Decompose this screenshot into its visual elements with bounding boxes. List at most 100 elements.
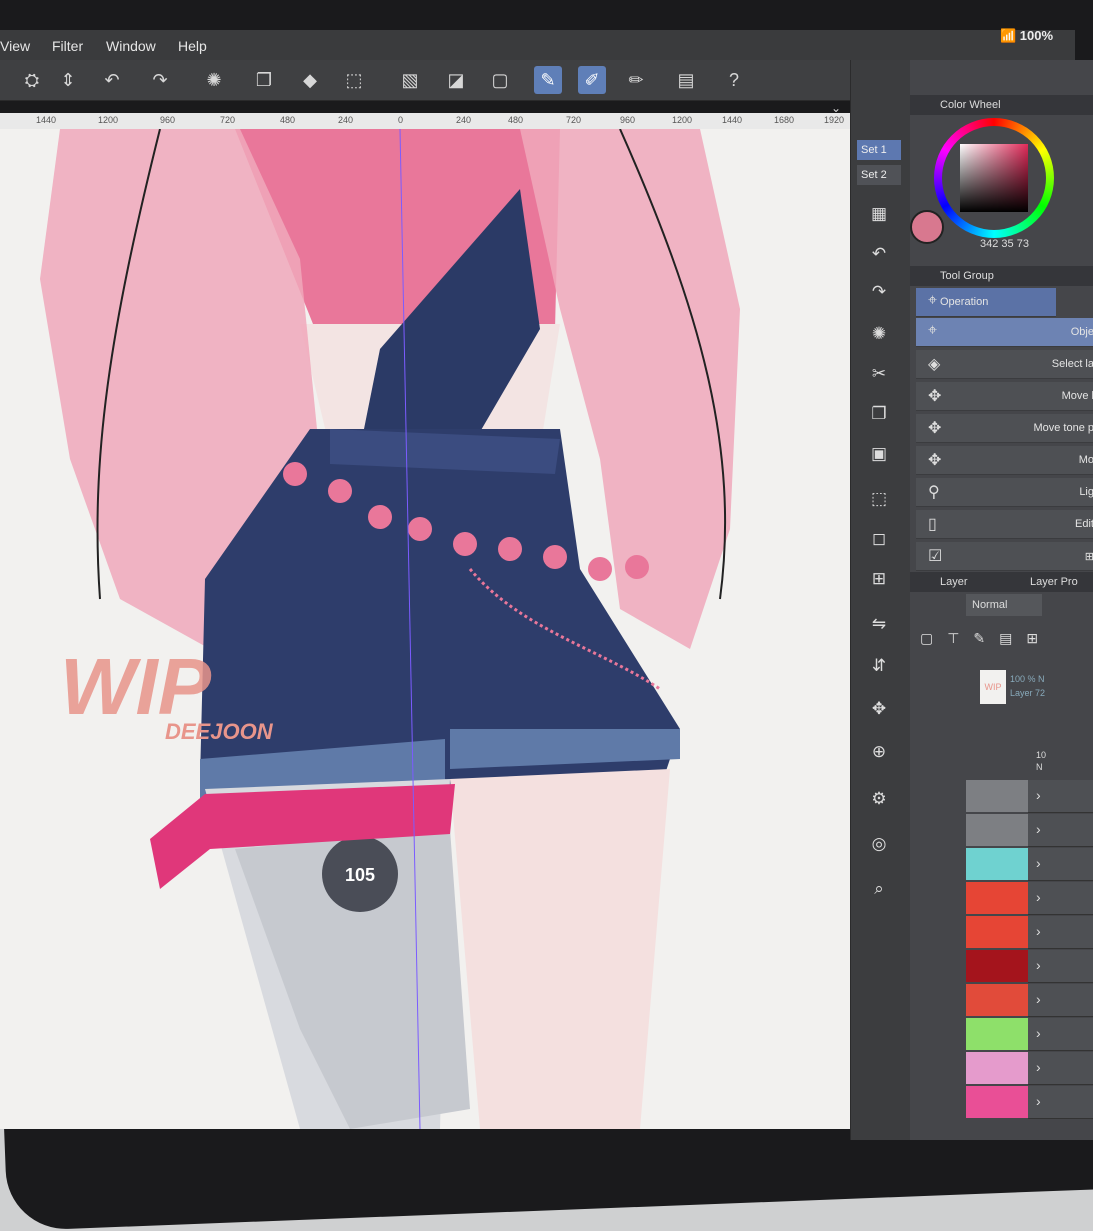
flip-vertical-icon[interactable]: ⇵: [865, 652, 893, 680]
pen-icon[interactable]: ✎: [534, 66, 562, 94]
edit-tool[interactable]: ▯ Edit: [916, 510, 1093, 539]
saturation-square[interactable]: [960, 144, 1028, 212]
layer-property-tab[interactable]: Layer Pro: [1030, 572, 1078, 592]
layer-row[interactable]: ›: [1028, 780, 1093, 813]
main-color-swatch[interactable]: [910, 210, 944, 244]
brush-icon[interactable]: ✐: [578, 66, 606, 94]
chevron-right-icon[interactable]: ›: [1036, 787, 1041, 803]
tone-icon[interactable]: ◪: [442, 66, 470, 94]
menu-bar: View Filter Window Help: [0, 30, 1075, 60]
chevron-right-icon[interactable]: ›: [1036, 1025, 1041, 1041]
ruler-tick: 1440: [722, 115, 743, 125]
copy-icon[interactable]: ❐: [250, 66, 278, 94]
undo-side-icon[interactable]: ↶: [865, 240, 893, 268]
square-icon[interactable]: ▢: [486, 66, 514, 94]
spinner-icon[interactable]: ✺: [865, 320, 893, 348]
move-tool[interactable]: ✥ Mo: [916, 446, 1093, 475]
badge-text: 105: [345, 865, 375, 885]
operation-tab[interactable]: ⌖ Operation: [916, 288, 1056, 317]
operation-icon: ⌖: [928, 292, 938, 309]
layer-row[interactable]: ›: [1028, 1052, 1093, 1085]
edit-label: Edit: [1075, 518, 1093, 530]
flip-horizontal-icon[interactable]: ⇋: [865, 610, 893, 638]
drawing-canvas[interactable]: 105 WIP DEEJOON: [0, 129, 850, 1129]
fill-icon[interactable]: ◆: [296, 66, 324, 94]
transform-icon[interactable]: ⬚: [340, 66, 368, 94]
chevron-right-icon[interactable]: ›: [1036, 821, 1041, 837]
move-tool-icon: ✥: [928, 388, 942, 405]
layer-row[interactable]: ›: [1028, 950, 1093, 983]
crop-icon[interactable]: ⬚: [865, 485, 893, 513]
layer-color-strip[interactable]: [966, 1086, 1028, 1118]
set-2-tab[interactable]: Set 2: [857, 165, 901, 185]
set-1-tab[interactable]: Set 1: [857, 140, 901, 160]
search-icon[interactable]: ⌕: [865, 875, 893, 903]
redo-icon[interactable]: ↷: [146, 66, 174, 94]
blend-mode-select[interactable]: Normal: [966, 594, 1042, 616]
move-icon[interactable]: ✥: [865, 695, 893, 723]
chevron-right-icon[interactable]: ›: [1036, 923, 1041, 939]
color-wheel[interactable]: [934, 118, 1054, 238]
layer-title[interactable]: Layer: [940, 572, 968, 592]
chat-icon[interactable]: ▦: [865, 200, 893, 228]
menu-view[interactable]: View: [0, 38, 30, 54]
layer-row[interactable]: ›: [1028, 916, 1093, 949]
layer-color-strip[interactable]: [966, 916, 1028, 948]
layer-color-strip[interactable]: [966, 882, 1028, 914]
layer-color-strip[interactable]: [966, 780, 1028, 812]
layer-row[interactable]: ›: [1028, 882, 1093, 915]
layer-color-strip[interactable]: [966, 848, 1028, 880]
grid-off-icon[interactable]: ▧: [396, 66, 424, 94]
redo-side-icon[interactable]: ↷: [865, 278, 893, 306]
chevron-right-icon[interactable]: ›: [1036, 957, 1041, 973]
zoom-icon[interactable]: ⊕: [865, 738, 893, 766]
stepper-icon[interactable]: ⇕: [54, 66, 82, 94]
record-icon[interactable]: ◎: [865, 830, 893, 858]
cut-icon[interactable]: ✂: [865, 360, 893, 388]
layer-row[interactable]: ›: [1028, 814, 1093, 847]
grid-icon[interactable]: ⊞: [865, 565, 893, 593]
select-layer-tool[interactable]: ◈ Select la: [916, 350, 1093, 379]
layer-color-strip[interactable]: [966, 984, 1028, 1016]
undo-icon[interactable]: ↶: [98, 66, 126, 94]
menu-filter[interactable]: Filter: [52, 38, 83, 54]
material-icon[interactable]: ▤: [672, 66, 700, 94]
layer-header: Layer Layer Pro: [910, 572, 1093, 592]
layer-color-strip[interactable]: [966, 1052, 1028, 1084]
chevron-right-icon[interactable]: ›: [1036, 889, 1041, 905]
tool-options-row[interactable]: ☑ ⊞: [916, 542, 1093, 571]
light-table-icon: ⚲: [928, 484, 940, 501]
move-layer-tool[interactable]: ✥ Move l: [916, 382, 1093, 411]
loading-icon[interactable]: ✺: [200, 66, 228, 94]
menu-help[interactable]: Help: [178, 38, 207, 54]
layer-color-strip[interactable]: [966, 814, 1028, 846]
ruler-tick: 1440: [36, 115, 57, 125]
horizontal-ruler: 1440 1200 960 720 480 240 0 240 480 720 …: [0, 113, 850, 130]
move-tone-tool[interactable]: ✥ Move tone p: [916, 414, 1093, 443]
layer-tool-icons[interactable]: ▢⊤✎▤⊞: [920, 630, 1052, 647]
settings-icon[interactable]: ⚙: [865, 785, 893, 813]
chevron-right-icon[interactable]: ›: [1036, 1059, 1041, 1075]
add-tool-icon[interactable]: ⊞: [1085, 550, 1093, 563]
layer-row[interactable]: ›: [1028, 1086, 1093, 1119]
help-icon[interactable]: ?: [720, 66, 748, 94]
menu-window[interactable]: Window: [106, 38, 156, 54]
layer-property-icon[interactable]: ⛭: [18, 66, 46, 94]
layer-color-strip[interactable]: [966, 1018, 1028, 1050]
paste-icon[interactable]: ▣: [865, 440, 893, 468]
light-table-tool[interactable]: ⚲ Lig: [916, 478, 1093, 507]
chevron-right-icon[interactable]: ›: [1036, 1093, 1041, 1109]
layer-opacity: 100 % N: [1010, 674, 1045, 684]
pencil-icon[interactable]: ✏: [622, 66, 650, 94]
layer-row[interactable]: ›: [1028, 848, 1093, 881]
copy-side-icon[interactable]: ❐: [865, 400, 893, 428]
chevron-right-icon[interactable]: ›: [1036, 855, 1041, 871]
layer-row[interactable]: ›: [1028, 1018, 1093, 1051]
mesh-icon[interactable]: ◻: [865, 525, 893, 553]
chevron-right-icon[interactable]: ›: [1036, 991, 1041, 1007]
layer-row[interactable]: ›: [1028, 984, 1093, 1017]
object-tool[interactable]: ⌖ Obje: [916, 318, 1093, 347]
layer-color-strip[interactable]: [966, 950, 1028, 982]
wip-watermark: WIP: [60, 642, 212, 731]
ruler-tick: 480: [280, 115, 296, 125]
